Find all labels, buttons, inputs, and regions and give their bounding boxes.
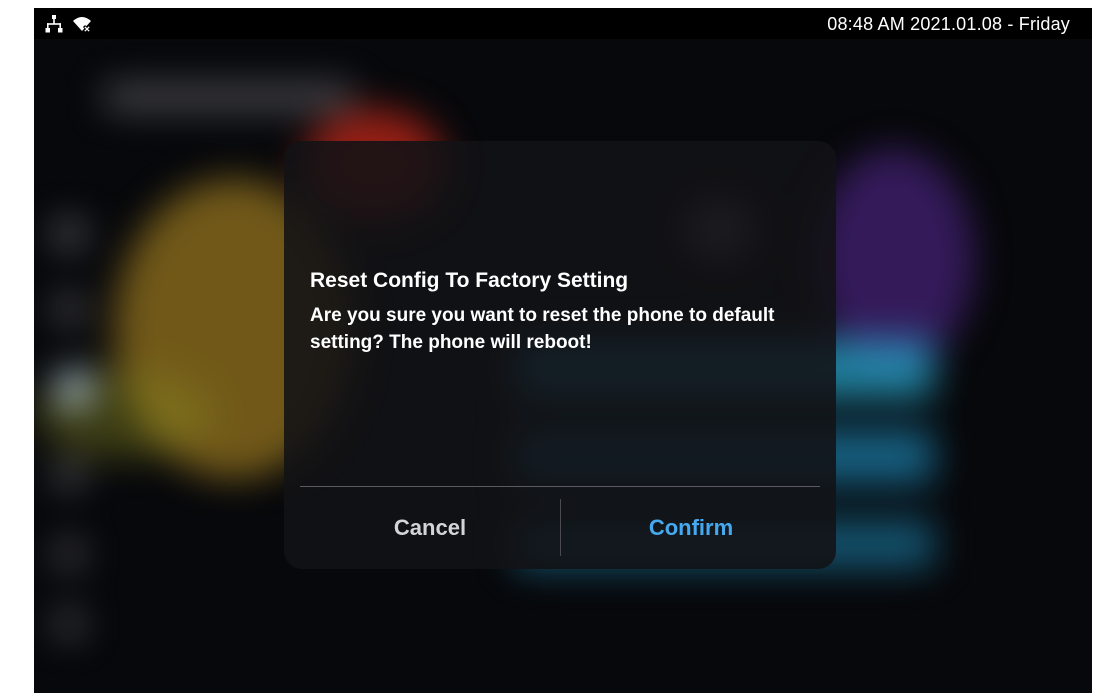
device-screen: 08:48 AM 2021.01.08 - Friday Reset Confi… <box>34 8 1092 693</box>
network-icon <box>45 15 63 33</box>
confirm-button[interactable]: Confirm <box>561 499 821 556</box>
dialog-message: Are you sure you want to reset the phone… <box>310 305 775 353</box>
wifi-off-icon <box>73 17 92 33</box>
status-bar: 08:48 AM 2021.01.08 - Friday <box>34 8 1092 39</box>
dialog-divider <box>300 486 820 487</box>
status-clock: 08:48 AM 2021.01.08 - Friday <box>827 14 1070 34</box>
reset-confirm-dialog: Reset Config To Factory Setting Are you … <box>284 141 836 569</box>
dialog-title: Reset Config To Factory Setting <box>310 269 629 292</box>
cancel-button[interactable]: Cancel <box>300 499 560 556</box>
